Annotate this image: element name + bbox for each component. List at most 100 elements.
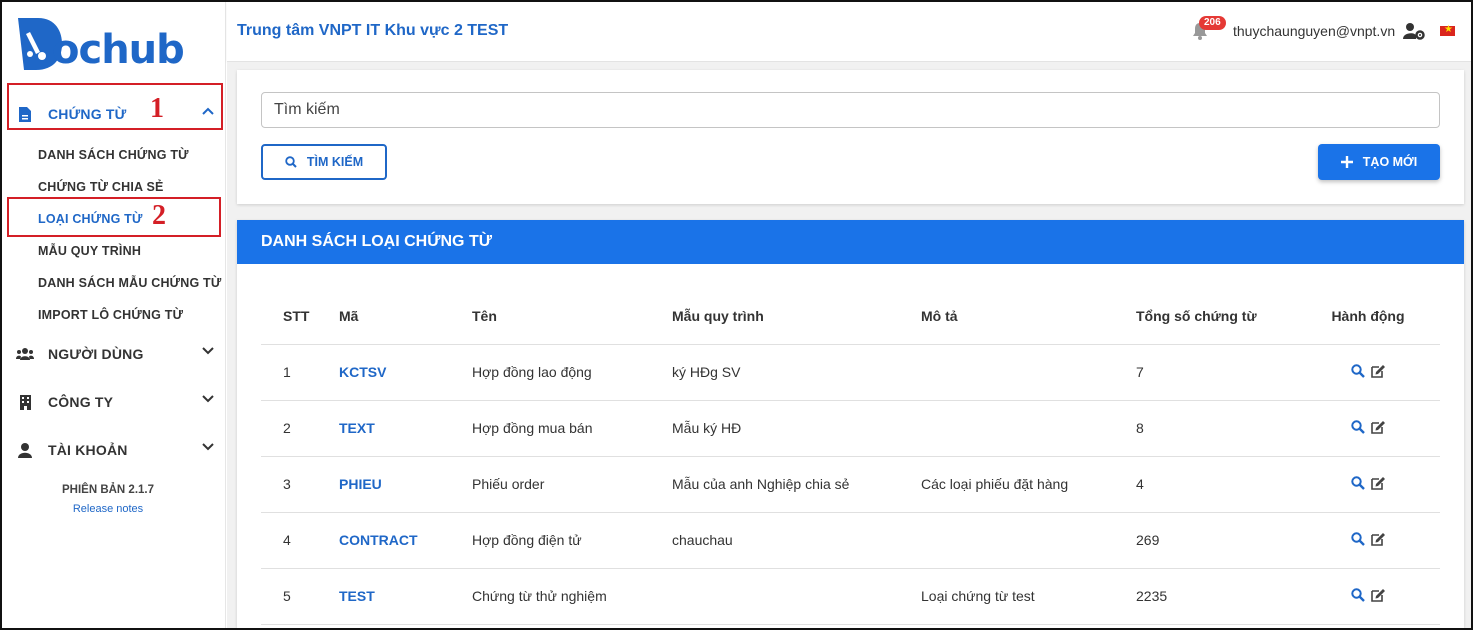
nav-group-users[interactable]: NGƯỜI DÙNG [10,332,224,376]
edit-icon[interactable] [1370,364,1386,378]
chevron-down-icon [202,443,214,451]
chevron-down-icon [202,347,214,355]
notification-badge: 206 [1199,16,1226,30]
view-icon[interactable] [1350,587,1365,602]
cell-name: Hợp đồng lao động [472,344,672,401]
cell-stt: 2 [261,400,339,457]
create-button-label: TẠO MỚI [1362,155,1418,169]
cell-description: Các loại phiếu đặt hàng [921,456,1136,513]
cell-actions [1296,344,1440,401]
column-header-description[interactable]: Mô tả [921,288,1136,345]
cell-stt: 5 [261,568,339,625]
create-button[interactable]: TẠO MỚI [1318,144,1440,180]
column-header-stt[interactable]: STT [261,288,339,345]
cell-actions [1296,512,1440,569]
cell-total: 8 [1136,400,1296,457]
cell-code-link[interactable]: PHIEU [339,456,472,513]
cell-stt: 3 [261,456,339,513]
cell-description [921,344,1136,401]
sidebar-item-document-list[interactable]: DANH SÁCH CHỨNG TỪ [38,148,189,162]
cell-name: Hợp đồng điện tử [472,512,672,569]
nav-group-label: TÀI KHOẢN [48,442,128,458]
table-row[interactable]: 4 CONTRACT Hợp đồng điện tử chauchau 269 [261,512,1440,569]
nav-group-label: NGƯỜI DÙNG [48,346,144,362]
table-header-row: STT Mã Tên Mẫu quy trình Mô tả Tổng số c… [261,288,1440,345]
cell-total: 7 [1136,344,1296,401]
table-row[interactable]: 2 TEXT Hợp đồng mua bán Mẫu ký HĐ 8 [261,400,1440,457]
org-title: Trung tâm VNPT IT Khu vực 2 TEST [237,22,509,39]
cell-description [921,512,1136,569]
cell-description: Loại chứng từ test [921,568,1136,625]
view-icon[interactable] [1350,475,1365,490]
plus-icon [1340,156,1353,168]
column-header-total[interactable]: Tổng số chứng từ [1136,288,1296,345]
nav-group-label: CÔNG TY [48,394,114,410]
search-input[interactable] [261,92,1440,128]
sidebar-item-shared-documents[interactable]: CHỨNG TỪ CHIA SẺ [38,180,164,194]
chevron-down-icon [202,395,214,403]
sidebar-item-workflow-templates[interactable]: MẪU QUY TRÌNH [38,244,141,258]
cell-code-link[interactable]: TEST [339,568,472,625]
user-email[interactable]: thuychaunguyen@vnpt.vn [1233,23,1395,39]
table-row[interactable]: 1 KCTSV Hợp đồng lao động ký HĐg SV 7 [261,344,1440,401]
table-row[interactable]: 5 TEST Chứng từ thử nghiệm Loại chứng từ… [261,568,1440,625]
document-type-list: DANH SÁCH LOẠI CHỨNG TỪ STT Mã Tên Mẫu q… [237,220,1464,628]
column-header-code[interactable]: Mã [339,288,472,345]
edit-icon[interactable] [1370,532,1386,546]
view-icon[interactable] [1350,363,1365,378]
cell-template: ký HĐg SV [672,344,921,401]
cell-description [921,400,1136,457]
search-button[interactable]: TÌM KIẾM [261,144,387,180]
vietnam-flag-icon[interactable]: ★ [1440,24,1455,36]
cell-stt: 4 [261,512,339,569]
cell-name: Chứng từ thử nghiệm [472,568,672,625]
search-button-label: TÌM KIẾM [306,155,364,169]
annotation-box-2 [7,197,221,237]
top-header: Trung tâm VNPT IT Khu vực 2 TEST 206 thu… [227,2,1471,62]
annotation-number-1: 1 [150,93,164,124]
search-panel: TÌM KIẾM TẠO MỚI [237,70,1464,204]
cell-total: 4 [1136,456,1296,513]
cell-stt: 1 [261,344,339,401]
user-settings-icon[interactable] [1403,23,1425,40]
cell-actions [1296,400,1440,457]
column-header-template[interactable]: Mẫu quy trình [672,288,921,345]
column-header-actions: Hành động [1296,288,1440,345]
sidebar-item-document-templates[interactable]: DANH SÁCH MẪU CHỨNG TỪ [38,276,221,290]
column-header-name[interactable]: Tên [472,288,672,345]
users-icon [16,345,34,363]
table-row[interactable]: 3 PHIEU Phiếu order Mẫu của anh Nghiệp c… [261,456,1440,513]
building-icon [16,393,34,411]
annotation-box-1 [7,83,223,130]
app-version: PHIÊN BẢN 2.1.7 [61,484,155,496]
cell-code-link[interactable]: KCTSV [339,344,472,401]
cell-total: 269 [1136,512,1296,569]
nav-group-company[interactable]: CÔNG TY [10,380,224,424]
release-notes-link[interactable]: Release notes [4,503,212,515]
edit-icon[interactable] [1370,420,1386,434]
cell-actions [1296,456,1440,513]
sidebar-item-batch-import[interactable]: IMPORT LÔ CHỨNG TỪ [38,308,183,322]
cell-name: Phiếu order [472,456,672,513]
cell-template: Mẫu của anh Nghiệp chia sẻ [672,456,921,513]
edit-icon[interactable] [1370,476,1386,490]
view-icon[interactable] [1350,531,1365,546]
annotation-number-2: 2 [152,200,166,231]
document-type-table: STT Mã Tên Mẫu quy trình Mô tả Tổng số c… [261,288,1440,625]
cell-name: Hợp đồng mua bán [472,400,672,457]
user-icon [16,441,34,459]
edit-icon[interactable] [1370,588,1386,602]
logo[interactable]: ochub [16,14,196,74]
cell-template: Mẫu ký HĐ [672,400,921,457]
list-title: DANH SÁCH LOẠI CHỨNG TỪ [237,220,1464,264]
search-icon [285,156,297,168]
logo-text: ochub [52,27,185,73]
cell-code-link[interactable]: CONTRACT [339,512,472,569]
cell-total: 2235 [1136,568,1296,625]
view-icon[interactable] [1350,419,1365,434]
cell-template [672,568,921,625]
cell-template: chauchau [672,512,921,569]
cell-actions [1296,568,1440,625]
cell-code-link[interactable]: TEXT [339,400,472,457]
nav-group-account[interactable]: TÀI KHOẢN [10,428,224,472]
